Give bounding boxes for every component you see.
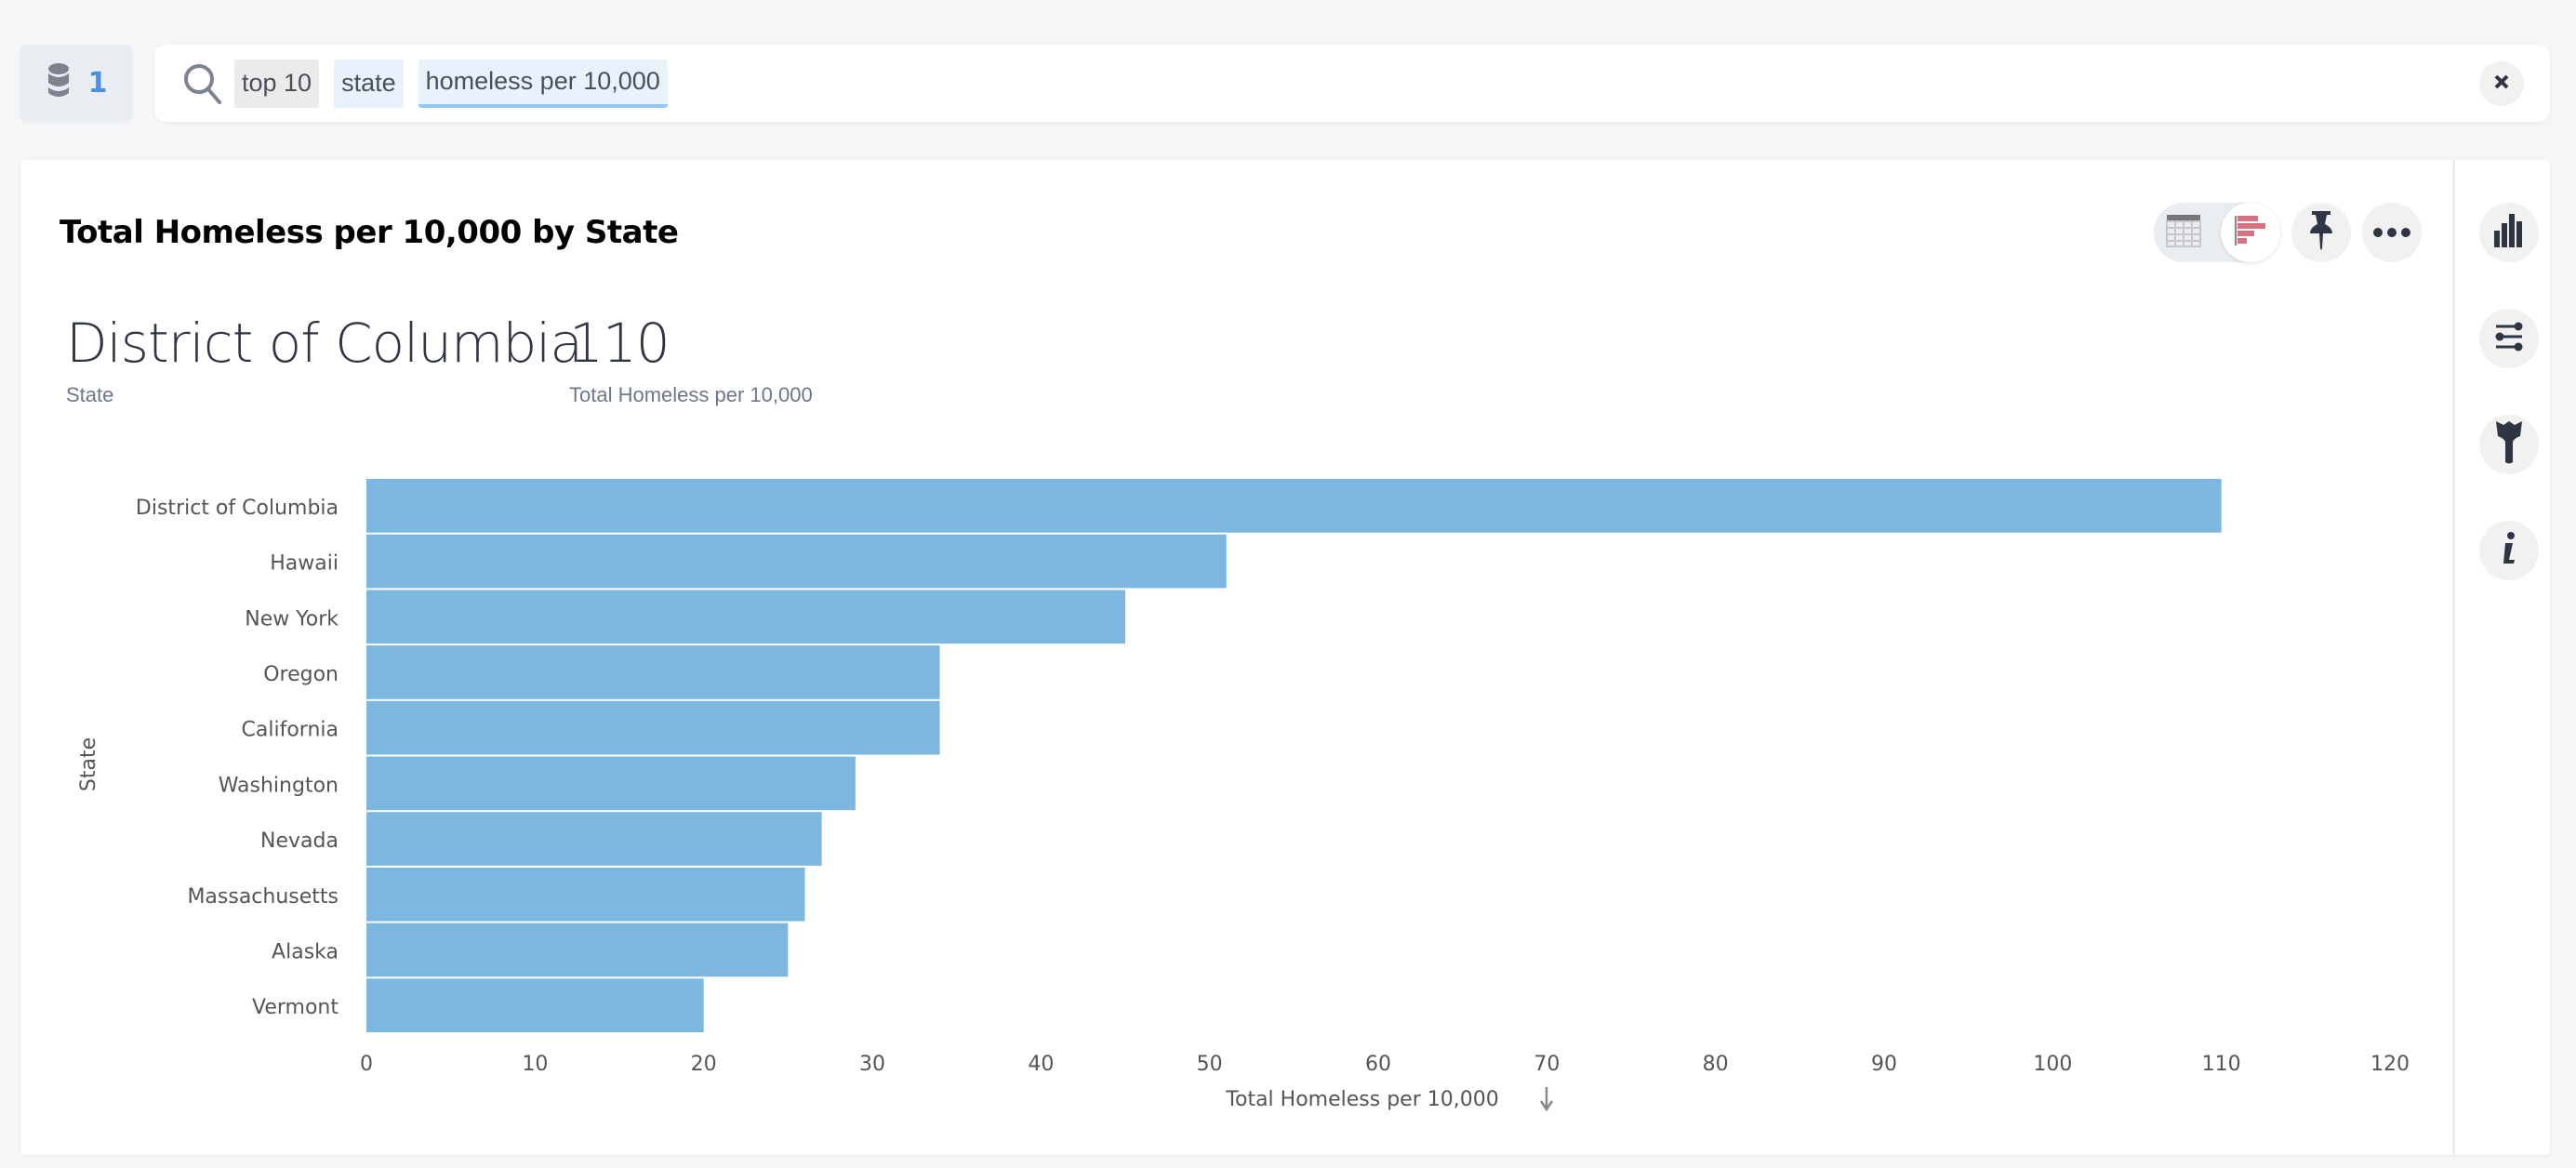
y-tick-label: California	[242, 719, 339, 742]
y-tick-label: Hawaii	[270, 552, 339, 576]
chart-type-button[interactable]	[2479, 203, 2539, 262]
x-tick-label: 80	[1703, 1053, 1729, 1076]
search-token-keyword[interactable]: top 10	[234, 59, 320, 108]
clear-search-button[interactable]	[2479, 61, 2524, 106]
bar-vermont[interactable]	[366, 978, 704, 1032]
bar-alaska[interactable]	[366, 922, 789, 977]
bar-massachusetts[interactable]	[366, 867, 805, 922]
y-tick-label: New York	[245, 607, 339, 630]
bar-hawaii[interactable]	[366, 534, 1227, 589]
x-tick-label: 70	[1534, 1053, 1560, 1076]
format-button[interactable]	[2479, 415, 2539, 474]
x-tick-label: 90	[1871, 1053, 1897, 1076]
database-icon	[46, 62, 72, 103]
bar-nevada[interactable]	[366, 812, 822, 866]
x-tick-label: 0	[360, 1053, 373, 1076]
y-axis-title: State	[77, 737, 100, 791]
y-tick-label: Alaska	[272, 940, 339, 963]
y-tick-label: Oregon	[263, 663, 339, 686]
x-tick-label: 120	[2370, 1053, 2410, 1076]
sort-descending-icon[interactable]	[1539, 1087, 1554, 1112]
datasource-button[interactable]: 1	[20, 45, 132, 121]
info-button[interactable]	[2479, 521, 2539, 580]
x-tick-label: 10	[522, 1053, 548, 1076]
answer-card: Total Homeless per 10,000 by State Distr…	[20, 160, 2550, 1155]
search-token-measure[interactable]: homeless per 10,000	[418, 59, 668, 108]
bar-california[interactable]	[366, 700, 940, 755]
chart-type-icon	[2494, 214, 2524, 251]
configure-button[interactable]	[2479, 309, 2539, 368]
datasource-count: 1	[87, 66, 108, 100]
x-tick-label: 40	[1028, 1053, 1054, 1076]
panel-divider	[2452, 160, 2455, 1155]
y-tick-label: District of Columbia	[136, 497, 339, 520]
search-icon	[182, 62, 225, 105]
bar-oregon[interactable]	[366, 645, 940, 699]
bar-new-york[interactable]	[366, 590, 1125, 644]
y-tick-label: Nevada	[260, 830, 339, 853]
x-tick-label: 30	[859, 1053, 885, 1076]
x-tick-label: 110	[2202, 1053, 2241, 1076]
format-brush-icon	[2496, 421, 2522, 468]
info-icon	[2500, 532, 2518, 569]
x-tick-label: 60	[1365, 1053, 1391, 1076]
y-tick-label: Washington	[219, 774, 339, 797]
bar-washington[interactable]	[366, 756, 856, 811]
close-icon	[2493, 73, 2510, 94]
bar-chart: District of Columbia Hawaii New York Oregon…	[77, 479, 2410, 1112]
search-bar[interactable]: top 10 state homeless per 10,000	[154, 45, 2550, 122]
x-tick-label: 20	[691, 1053, 717, 1076]
x-tick-label: 50	[1197, 1053, 1223, 1076]
y-tick-label: Massachusetts	[187, 885, 339, 909]
x-tick-label: 100	[2033, 1053, 2072, 1076]
configure-icon	[2494, 322, 2524, 355]
x-axis-title: Total Homeless per 10,000	[1225, 1088, 1498, 1111]
side-panel	[2470, 160, 2550, 1155]
bar-district-of-columbia[interactable]	[366, 479, 2222, 533]
search-token-attribute[interactable]: state	[334, 59, 404, 108]
y-tick-label: Vermont	[252, 996, 339, 1019]
